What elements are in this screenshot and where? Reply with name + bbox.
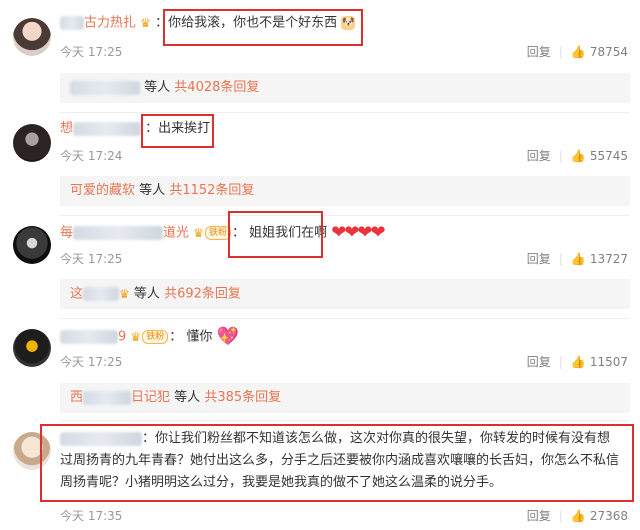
reply-user[interactable]: 可爱的藏软	[70, 183, 135, 198]
reply-button[interactable]: 回复	[527, 45, 551, 59]
heart-emoji-icon: ❤❤❤❤	[331, 222, 385, 243]
heart-emoji-icon: 💖	[216, 326, 239, 347]
thumbs-up-icon[interactable]: 👍	[571, 45, 586, 59]
like-count: 78754	[589, 45, 628, 59]
comment-text: 你给我滚，你也不是个好东西	[168, 15, 338, 31]
avatar[interactable]	[13, 329, 51, 367]
thumbs-up-icon[interactable]: 👍	[571, 355, 586, 369]
replies-summary[interactable]: 等人 共4028条回复	[60, 73, 630, 103]
comment-text: 姐姐我们在啊	[249, 225, 328, 241]
avatar[interactable]	[13, 18, 51, 56]
replies-summary[interactable]: 这 ♛ 等人 共692条回复	[60, 279, 630, 309]
divider	[60, 318, 630, 319]
timestamp: 今天 17:24	[60, 149, 123, 163]
username[interactable]: 每	[60, 226, 73, 241]
reply-button[interactable]: 回复	[527, 252, 551, 266]
view-replies-link[interactable]: 共692条回复	[164, 287, 241, 302]
comment-text: ：你让我们粉丝都不知道该怎么做，这次对你真的很失望，你转发的时候有没有想 过周扬…	[60, 431, 620, 490]
fan-badge: 铁粉	[142, 330, 169, 344]
username-blurred[interactable]	[60, 330, 118, 344]
username-blurred[interactable]	[60, 16, 84, 30]
username-blurred[interactable]	[73, 226, 164, 240]
username[interactable]: 想	[60, 121, 73, 136]
crown-icon: ♛	[130, 330, 142, 344]
crown-icon: ♛	[193, 226, 204, 240]
reply-user[interactable]: 这	[70, 287, 83, 302]
view-replies-link[interactable]: 共385条回复	[204, 390, 281, 405]
dog-emoji-icon: 🐶	[341, 16, 356, 30]
like-count: 55745	[589, 149, 628, 163]
timestamp: 今天 17:25	[60, 355, 123, 369]
like-count: 27368	[589, 509, 628, 523]
avatar[interactable]	[13, 124, 51, 162]
reply-button[interactable]: 回复	[527, 149, 551, 163]
divider	[60, 215, 630, 216]
like-count: 11507	[589, 355, 628, 369]
thumbs-up-icon[interactable]: 👍	[571, 149, 586, 163]
crown-icon: ♛	[140, 16, 151, 30]
thumbs-up-icon[interactable]: 👍	[571, 509, 586, 523]
thumbs-up-icon[interactable]: 👍	[571, 252, 586, 266]
fan-badge: 铁粉	[204, 226, 231, 240]
avatar[interactable]	[13, 226, 51, 264]
comment-text: 出来挨打	[158, 121, 211, 136]
comment-text: 懂你	[186, 329, 213, 345]
view-replies-link[interactable]: 共4028条回复	[174, 80, 259, 95]
username[interactable]: 9	[118, 330, 126, 345]
crown-icon: ♛	[119, 287, 130, 301]
username[interactable]: 古力热扎	[84, 16, 136, 31]
avatar[interactable]	[13, 432, 51, 470]
replies-summary[interactable]: 西日记犯 等人 共385条回复	[60, 383, 630, 413]
reply-user-blurred[interactable]	[70, 80, 140, 95]
divider	[60, 420, 630, 421]
reply-button[interactable]: 回复	[527, 509, 551, 523]
divider	[60, 112, 630, 113]
reply-user[interactable]: 西	[70, 390, 83, 405]
view-replies-link[interactable]: 共1152条回复	[169, 183, 254, 198]
timestamp: 今天 17:25	[60, 45, 123, 59]
timestamp: 今天 17:25	[60, 252, 123, 266]
reply-button[interactable]: 回复	[527, 355, 551, 369]
like-count: 13727	[589, 252, 628, 266]
timestamp: 今天 17:35	[60, 509, 123, 523]
username-blurred[interactable]	[60, 431, 142, 446]
replies-summary[interactable]: 可爱的藏软 等人 共1152条回复	[60, 176, 630, 206]
username-blurred[interactable]	[73, 121, 142, 136]
